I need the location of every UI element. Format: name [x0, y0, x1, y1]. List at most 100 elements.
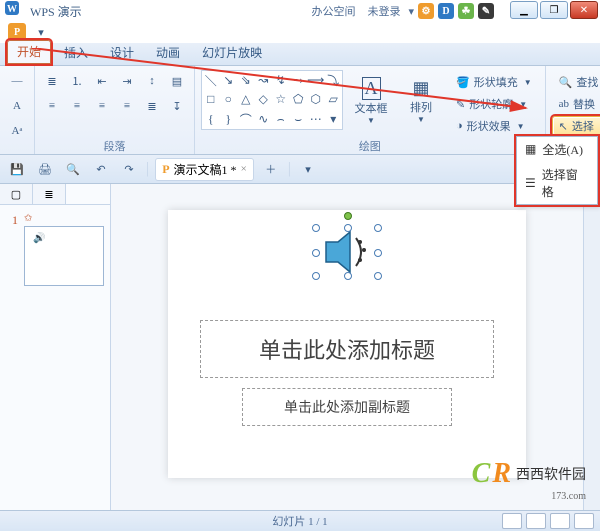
columns-button[interactable]: ≣	[141, 95, 163, 117]
qb-undo-icon[interactable]: ↶	[90, 158, 112, 180]
service-icon-2[interactable]: ☘	[458, 3, 474, 19]
group-font-collapsed: — A Aᵃ	[0, 66, 35, 154]
handle-br[interactable]	[374, 272, 382, 280]
view-slideshow-button[interactable]	[574, 513, 594, 529]
arrange-label: 排列	[410, 99, 432, 115]
group-paragraph: ≣ ⒈ ⇤ ⇥ ↕ ▤ ≡ ≡ ≡ ≡ ≣ ↧ 段落	[35, 66, 195, 154]
select-button[interactable]: ↖选择▾	[552, 116, 600, 136]
align-right-button[interactable]: ≡	[91, 95, 113, 117]
replace-icon: ab	[559, 98, 569, 110]
qb-save-icon[interactable]: 💾	[6, 158, 28, 180]
document-tab[interactable]: P 演示文稿1 * ×	[155, 158, 254, 181]
pen-icon: ✎	[456, 98, 465, 111]
text-dir-button[interactable]: ↧	[166, 95, 188, 117]
login-dropdown[interactable]: ▾	[408, 5, 414, 18]
quick-access-toolbar: P ▾	[8, 21, 600, 43]
shape-outline-button[interactable]: ✎形状轮廓▼	[449, 94, 539, 114]
group-paragraph-label: 段落	[35, 140, 194, 154]
select-all-icon: ▦	[525, 142, 536, 157]
ribbon: — A Aᵃ ≣ ⒈ ⇤ ⇥ ↕ ▤ ≡ ≡ ≡ ≡ ≣ ↧ 段落 ＼↘⇘↝↯⤳…	[0, 66, 600, 155]
select-dropdown-panel: ▦全选(A) ☰选择窗格	[516, 136, 598, 205]
indent-inc-button[interactable]: ⇥	[116, 70, 138, 92]
view-reading-button[interactable]	[550, 513, 570, 529]
view-normal-button[interactable]	[502, 513, 522, 529]
status-bar: 幻灯片 1 / 1	[0, 510, 600, 531]
shape-effects-button[interactable]: ◑形状效果▼	[449, 116, 539, 136]
view-sorter-button[interactable]	[526, 513, 546, 529]
handle-bl[interactable]	[312, 272, 320, 280]
service-icon-3[interactable]: ✎	[478, 3, 494, 19]
tab-start[interactable]: 开始	[6, 39, 52, 65]
service-icon-1[interactable]: ⚙	[418, 3, 434, 19]
subtitle-placeholder[interactable]: 单击此处添加副标题	[242, 388, 452, 426]
shape-fill-button[interactable]: 🪣形状填充▼	[449, 72, 539, 92]
new-doc-tab-icon[interactable]: ＋	[260, 158, 282, 180]
handle-tc[interactable]	[344, 224, 352, 232]
thumbnail-number: 1	[6, 213, 18, 286]
mini-audio-icon: 🔊	[33, 233, 45, 244]
indent-dec-button[interactable]: ⇤	[91, 70, 113, 92]
service-icon-d[interactable]: D	[438, 3, 454, 19]
handle-tl[interactable]	[312, 224, 320, 232]
numbering-button[interactable]: ⒈	[66, 70, 88, 92]
qb-preview-icon[interactable]: 🔍	[62, 158, 84, 180]
document-name: 演示文稿1 *	[174, 161, 237, 178]
line-spacing-button[interactable]: ↕	[141, 70, 163, 92]
bullets-button[interactable]: ≣	[41, 70, 63, 92]
arrange-button[interactable]: ▦ 排列 ▼	[399, 70, 443, 132]
qb-more-icon[interactable]: ▾	[297, 158, 319, 180]
bucket-icon: 🪣	[456, 76, 470, 89]
audio-object[interactable]	[316, 228, 378, 276]
tab-insert[interactable]: 插入	[54, 41, 98, 65]
align-justify-button[interactable]: ≡	[116, 95, 138, 117]
anim-indicator-icon: ✩	[24, 213, 104, 224]
align-icon[interactable]: ▤	[166, 70, 188, 92]
title-placeholder[interactable]: 单击此处添加标题	[200, 320, 494, 378]
maximize-button[interactable]: ❐	[540, 1, 568, 19]
textbox-button[interactable]: A 文本框 ▼	[349, 70, 393, 132]
selection-pane-item[interactable]: ☰选择窗格	[517, 162, 597, 204]
doc-type-icon: P	[162, 162, 169, 177]
nav-tabs: ▢ ≣	[0, 184, 110, 205]
handle-mr[interactable]	[374, 249, 382, 257]
handle-bc[interactable]	[344, 272, 352, 280]
close-button[interactable]: ✕	[570, 1, 598, 19]
nav-tab-outline[interactable]: ≣	[33, 184, 66, 204]
workspace: ▢ ≣ 1 ✩ 🔊	[0, 184, 600, 510]
font-btn-2[interactable]: A	[6, 95, 28, 117]
document-quickbar: 💾 🖨 🔍 ↶ ↷ | P 演示文稿1 * × ＋ | ▾	[0, 155, 600, 184]
vertical-scrollbar[interactable]	[583, 184, 600, 510]
handle-tr[interactable]	[374, 224, 382, 232]
thumbnail-item[interactable]: 1 ✩ 🔊	[0, 205, 110, 294]
slide-canvas[interactable]: 单击此处添加标题 单击此处添加副标题	[168, 210, 526, 478]
slide-thumbnail[interactable]: 🔊	[24, 226, 104, 286]
qb-redo-icon[interactable]: ↷	[118, 158, 140, 180]
find-button[interactable]: 🔍查找	[552, 72, 600, 92]
login-link[interactable]: 未登录	[367, 3, 400, 19]
select-all-item[interactable]: ▦全选(A)	[517, 137, 597, 162]
tab-design[interactable]: 设计	[100, 41, 144, 65]
tab-slideshow[interactable]: 幻灯片放映	[192, 41, 272, 65]
minimize-button[interactable]: ▁	[510, 1, 538, 19]
handle-ml[interactable]	[312, 249, 320, 257]
rotate-handle[interactable]	[344, 212, 352, 220]
window-buttons: ▁ ❐ ✕	[510, 1, 598, 19]
ribbon-tabs: 开始 插入 设计 动画 幻灯片放映	[0, 43, 600, 66]
svg-text:W: W	[7, 4, 17, 15]
tab-animation[interactable]: 动画	[146, 41, 190, 65]
shapes-gallery[interactable]: ＼↘⇘↝↯⤳⟶⤵ □○△◇☆⬠⬡▱ {}⌒∿⌢⌣⋯▾	[201, 70, 343, 130]
arrange-icon: ▦	[412, 78, 429, 99]
qb-print-icon[interactable]: 🖨	[34, 158, 56, 180]
font-btn-1[interactable]: —	[6, 70, 28, 92]
title-right-widgets: 办公空间 未登录 ▾ ⚙ D ☘ ✎	[307, 3, 494, 19]
slide-editor[interactable]: 单击此处添加标题 单击此处添加副标题	[111, 184, 583, 510]
align-left-button[interactable]: ≡	[41, 95, 63, 117]
find-icon: 🔍	[559, 76, 573, 89]
font-btn-3[interactable]: Aᵃ	[6, 120, 28, 142]
workspace-link[interactable]: 办公空间	[311, 3, 355, 19]
doc-tab-close-icon[interactable]: ×	[241, 163, 247, 175]
replace-button[interactable]: ab替换▼	[552, 94, 600, 114]
align-center-button[interactable]: ≡	[66, 95, 88, 117]
nav-tab-thumbnails[interactable]: ▢	[0, 184, 33, 204]
effects-icon: ◑	[456, 120, 463, 132]
